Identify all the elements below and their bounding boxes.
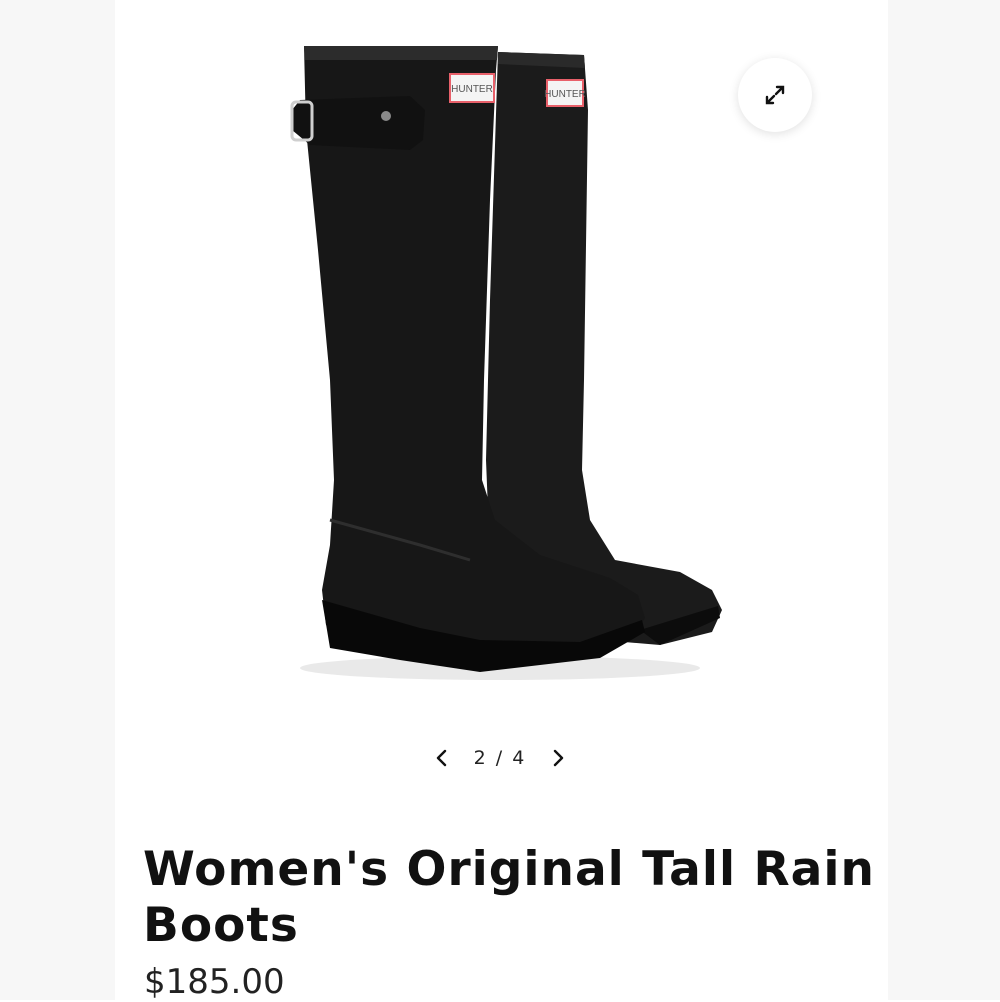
front-boot-brand-tag: HUNTER xyxy=(451,84,493,95)
product-price: $185.00 xyxy=(144,962,285,1002)
back-boot-brand-tag: HUNTER xyxy=(544,89,586,100)
expand-image-button[interactable] xyxy=(738,58,812,132)
chevron-right-icon xyxy=(554,749,564,767)
gallery-counter: 2 / 4 xyxy=(474,747,527,769)
expand-arrows-icon xyxy=(765,85,785,105)
product-title: Women's Original Tall Rain Boots xyxy=(143,842,875,953)
gallery-separator: / xyxy=(495,747,505,769)
gallery-pager: 2 / 4 xyxy=(420,740,580,776)
next-image-button[interactable] xyxy=(544,744,572,772)
chevron-left-icon xyxy=(436,749,446,767)
left-margin xyxy=(0,0,115,1000)
previous-image-button[interactable] xyxy=(428,744,456,772)
gallery-current-index: 2 xyxy=(473,747,488,769)
gallery-total-count: 4 xyxy=(512,747,527,769)
product-image[interactable]: HUNTER HUNTER xyxy=(160,30,750,690)
front-boot-shape: HUNTER xyxy=(290,46,645,672)
right-margin xyxy=(888,0,1000,1000)
